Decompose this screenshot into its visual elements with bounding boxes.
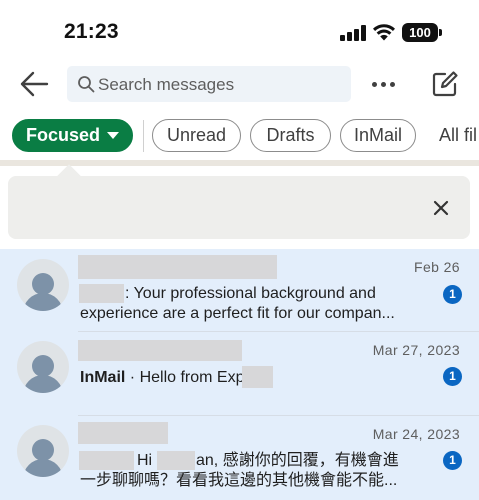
conversation-item[interactable]: Mar 27, 2023 InMail · Hello from Exp 1 bbox=[0, 332, 479, 416]
back-arrow-icon[interactable] bbox=[18, 69, 50, 99]
battery-icon: 100 bbox=[402, 23, 438, 42]
avatar bbox=[17, 341, 69, 393]
search-placeholder: Search messages bbox=[98, 75, 235, 94]
message-preview-greeting: Hi bbox=[137, 452, 153, 469]
avatar bbox=[17, 425, 69, 477]
filter-unread-label: Unread bbox=[166, 125, 227, 145]
search-input[interactable]: Search messages bbox=[67, 66, 351, 102]
unread-badge: 1 bbox=[443, 367, 462, 386]
avatar bbox=[17, 259, 69, 311]
redacted-sender-name bbox=[78, 255, 277, 279]
filter-focused-label: Focused bbox=[26, 125, 101, 145]
filter-divider bbox=[143, 120, 144, 152]
conversation-date: Mar 27, 2023 bbox=[372, 342, 460, 358]
search-icon bbox=[78, 76, 95, 93]
unread-badge: 1 bbox=[443, 451, 462, 470]
filter-bar: Focused Unread Drafts InMail All fil bbox=[0, 118, 479, 154]
status-time: 21:23 bbox=[64, 20, 119, 43]
conversation-item[interactable]: Feb 26 : Your professional background an… bbox=[0, 249, 479, 333]
conversation-list: Feb 26 : Your professional background an… bbox=[0, 249, 479, 500]
message-preview-text: · Hello from Exp bbox=[125, 369, 245, 386]
redacted-text bbox=[242, 366, 273, 388]
conversation-date: Mar 24, 2023 bbox=[372, 426, 460, 442]
filter-inmail-label: InMail bbox=[353, 125, 402, 145]
filter-drafts-label: Drafts bbox=[266, 125, 315, 145]
filter-drafts-chip[interactable]: Drafts bbox=[250, 119, 331, 152]
redacted-sender-name bbox=[78, 340, 242, 361]
message-preview: an, 感謝你的回覆，有機會進 bbox=[196, 452, 399, 469]
redacted-name bbox=[79, 451, 134, 470]
conversation-date: Feb 26 bbox=[414, 259, 460, 275]
conversation-item[interactable]: Mar 24, 2023 Hi an, 感謝你的回覆，有機會進 一步聊聊嗎？看看… bbox=[0, 416, 479, 500]
info-banner bbox=[8, 176, 470, 239]
message-preview-line2: 一步聊聊嗎？看看我這邊的其他機會能不能... bbox=[80, 472, 398, 489]
status-bar: 21:23 100 bbox=[0, 0, 479, 62]
more-horizontal-icon bbox=[372, 82, 377, 87]
redacted-name bbox=[157, 451, 195, 470]
more-options-button[interactable] bbox=[370, 70, 398, 98]
wifi-icon bbox=[373, 24, 395, 41]
close-icon[interactable] bbox=[430, 197, 452, 219]
filter-all-chip[interactable]: All fil bbox=[439, 119, 477, 151]
chevron-down-icon[interactable] bbox=[107, 132, 119, 139]
filter-inmail-chip[interactable]: InMail bbox=[340, 119, 416, 152]
message-preview: : Your professional background and exper… bbox=[80, 285, 395, 322]
inmail-tag: InMail bbox=[80, 369, 126, 386]
redacted-sender-name bbox=[78, 422, 168, 444]
filter-unread-chip[interactable]: Unread bbox=[152, 119, 241, 152]
battery-tip bbox=[439, 29, 442, 36]
compose-icon[interactable] bbox=[430, 69, 460, 99]
unread-badge: 1 bbox=[443, 285, 462, 304]
signal-icon bbox=[340, 25, 366, 41]
